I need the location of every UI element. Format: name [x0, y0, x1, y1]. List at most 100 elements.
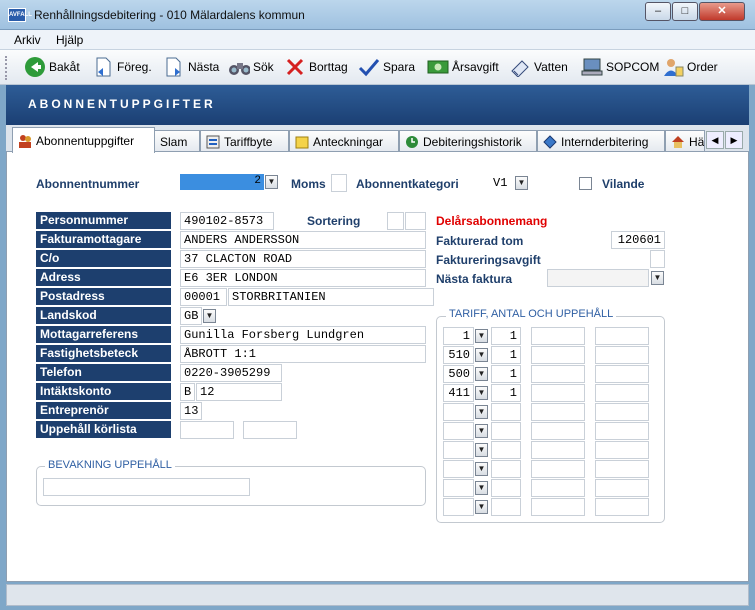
antal-input[interactable]	[491, 441, 521, 459]
uppehall-till-cell[interactable]	[595, 498, 649, 516]
tab-ha[interactable]: Hä	[665, 130, 705, 152]
arsavgift-button[interactable]: Årsavgift	[427, 54, 499, 80]
sortering-input-1[interactable]	[387, 212, 404, 230]
sortering-input-2[interactable]	[405, 212, 426, 230]
tariff-dropdown[interactable]: ▼	[475, 443, 488, 457]
tariff-input[interactable]: 500	[443, 365, 474, 383]
close-button[interactable]: ✕	[699, 2, 745, 21]
tariff-dropdown[interactable]: ▼	[475, 348, 488, 362]
tariff-dropdown[interactable]: ▼	[475, 405, 488, 419]
uppehall-till-cell[interactable]	[595, 365, 649, 383]
tab-scroll-left-button[interactable]: ◀	[706, 131, 724, 149]
personnummer-input[interactable]: 490102-8573	[180, 212, 274, 230]
fakturerad-tom-input[interactable]: 120601	[611, 231, 665, 249]
postort-input[interactable]: STORBRITANIEN	[228, 288, 434, 306]
tariff-input[interactable]: 1	[443, 327, 474, 345]
uppehall-till-cell[interactable]	[595, 403, 649, 421]
uppehall-fran-cell[interactable]	[531, 479, 585, 497]
antal-input[interactable]	[491, 498, 521, 516]
intaktskonto-input[interactable]: 12	[196, 383, 282, 401]
tab-anteckningar[interactable]: Anteckningar	[289, 130, 399, 152]
uppehall-fran-cell[interactable]	[531, 403, 585, 421]
moms-field[interactable]	[331, 174, 347, 192]
foreg-button[interactable]: Föreg.	[92, 54, 152, 80]
tariff-dropdown[interactable]: ▼	[475, 386, 488, 400]
uppehall-till-cell[interactable]	[595, 327, 649, 345]
tab-interndebitering[interactable]: Internderbitering	[537, 130, 665, 152]
tariff-dropdown[interactable]: ▼	[475, 367, 488, 381]
intaktskonto-prefix-input[interactable]: B	[180, 383, 195, 401]
tariff-dropdown[interactable]: ▼	[475, 500, 488, 514]
uppehall-fran-input[interactable]	[180, 421, 234, 439]
uppehall-till-cell[interactable]	[595, 384, 649, 402]
uppehall-till-cell[interactable]	[595, 422, 649, 440]
nasta-faktura-dropdown[interactable]: ▼	[651, 271, 664, 285]
antal-input[interactable]: 1	[491, 346, 521, 364]
menu-hjalp[interactable]: Hjälp	[56, 33, 83, 47]
tariff-input[interactable]	[443, 460, 474, 478]
fakturamottagare-input[interactable]: ANDERS ANDERSSON	[180, 231, 426, 249]
tariff-dropdown[interactable]: ▼	[475, 462, 488, 476]
co-input[interactable]: 37 CLACTON ROAD	[180, 250, 426, 268]
uppehall-till-cell[interactable]	[595, 479, 649, 497]
tab-abonnentuppgifter[interactable]: Abonnentuppgifter	[12, 127, 155, 153]
landskod-input[interactable]: GB	[180, 307, 202, 325]
spara-button[interactable]: Spara	[358, 54, 415, 80]
uppehall-till-input[interactable]	[243, 421, 297, 439]
tariff-dropdown[interactable]: ▼	[475, 481, 488, 495]
adress-input[interactable]: E6 3ER LONDON	[180, 269, 426, 287]
uppehall-fran-cell[interactable]	[531, 346, 585, 364]
abonnentkategori-dropdown[interactable]: ▼	[515, 176, 528, 190]
tab-slam[interactable]: Slam	[154, 130, 200, 152]
antal-input[interactable]	[491, 479, 521, 497]
tariff-input[interactable]	[443, 422, 474, 440]
antal-input[interactable]: 1	[491, 327, 521, 345]
menu-arkiv[interactable]: Arkiv	[14, 33, 41, 47]
tariff-dropdown[interactable]: ▼	[475, 329, 488, 343]
uppehall-fran-cell[interactable]	[531, 365, 585, 383]
uppehall-till-cell[interactable]	[595, 441, 649, 459]
antal-input[interactable]	[491, 460, 521, 478]
borttag-button[interactable]: Borttag	[284, 54, 348, 80]
order-button[interactable]: Order	[662, 54, 718, 80]
uppehall-fran-cell[interactable]	[531, 422, 585, 440]
telefon-input[interactable]: 0220-3905299	[180, 364, 282, 382]
fastighetsbeteck-input[interactable]: ÅBROTT 1:1	[180, 345, 426, 363]
tariff-input[interactable]	[443, 479, 474, 497]
faktureringsavgift-input[interactable]	[650, 250, 665, 268]
maximize-button[interactable]: □	[672, 2, 698, 21]
tab-tariffbyte[interactable]: Tariffbyte	[200, 130, 289, 152]
tab-scroll-right-button[interactable]: ▶	[725, 131, 743, 149]
nasta-faktura-select[interactable]	[547, 269, 649, 287]
tariff-dropdown[interactable]: ▼	[475, 424, 488, 438]
tab-debiteringshistorik[interactable]: Debiteringshistorik	[399, 130, 537, 152]
tariff-input[interactable]	[443, 498, 474, 516]
nasta-button[interactable]: Nästa	[163, 54, 219, 80]
uppehall-fran-cell[interactable]	[531, 327, 585, 345]
abonnentnummer-dropdown[interactable]: ▼	[265, 175, 278, 189]
mottagarreferens-input[interactable]: Gunilla Forsberg Lundgren	[180, 326, 426, 344]
uppehall-fran-cell[interactable]	[531, 498, 585, 516]
uppehall-fran-cell[interactable]	[531, 384, 585, 402]
vilande-checkbox[interactable]	[579, 177, 592, 190]
vatten-button[interactable]: Vatten	[509, 54, 568, 80]
uppehall-fran-cell[interactable]	[531, 441, 585, 459]
landskod-dropdown[interactable]: ▼	[203, 309, 216, 323]
minimize-button[interactable]: –	[645, 2, 671, 21]
antal-input[interactable]	[491, 403, 521, 421]
uppehall-fran-cell[interactable]	[531, 460, 585, 478]
sopcom-button[interactable]: SOPCOM	[581, 54, 659, 80]
tariff-input[interactable]: 510	[443, 346, 474, 364]
tariff-input[interactable]	[443, 403, 474, 421]
antal-input[interactable]: 1	[491, 365, 521, 383]
uppehall-till-cell[interactable]	[595, 346, 649, 364]
postnummer-input[interactable]: 00001	[180, 288, 227, 306]
sok-button[interactable]: Sök	[228, 54, 274, 80]
uppehall-till-cell[interactable]	[595, 460, 649, 478]
antal-input[interactable]: 1	[491, 384, 521, 402]
abonnentnummer-input[interactable]: 2	[180, 174, 264, 190]
bakat-button[interactable]: Bakåt	[24, 54, 80, 80]
tariff-input[interactable]: 411	[443, 384, 474, 402]
tariff-input[interactable]	[443, 441, 474, 459]
entreprenor-input[interactable]: 13	[180, 402, 202, 420]
